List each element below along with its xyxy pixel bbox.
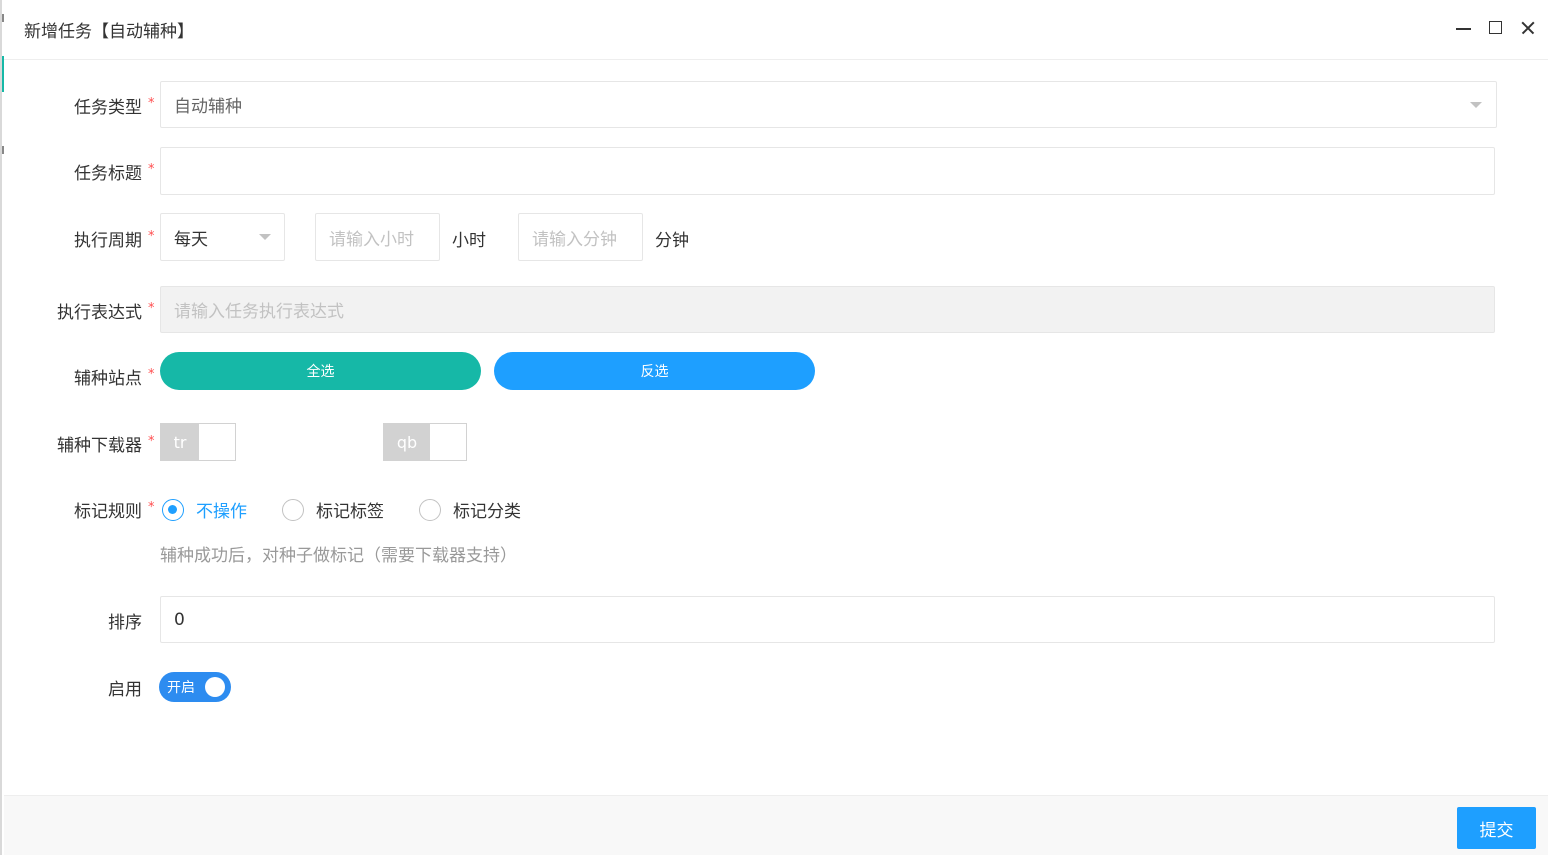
required-mark: *: [148, 162, 155, 177]
radio-unchecked-icon: [419, 498, 441, 521]
mark-rule-label: 标记规则: [74, 502, 142, 522]
required-mark: *: [148, 229, 155, 244]
invert-selection-button[interactable]: 反选: [494, 352, 815, 390]
task-title-label: 任务标题: [74, 164, 142, 184]
chevron-down-icon: [1470, 102, 1482, 108]
required-mark: *: [148, 434, 155, 449]
required-mark: *: [148, 96, 155, 111]
close-icon[interactable]: [1518, 18, 1538, 38]
expression-placeholder: 请输入任务执行表达式: [174, 302, 344, 322]
sort-label: 排序: [108, 613, 142, 633]
radio-checked-icon: [162, 498, 184, 521]
required-mark: *: [148, 500, 155, 515]
dialog-footer: 提交: [4, 795, 1548, 855]
enable-label: 启用: [108, 680, 142, 700]
task-title-input[interactable]: [160, 147, 1495, 195]
cycle-label: 执行周期: [74, 231, 142, 251]
hour-unit: 小时: [452, 231, 486, 251]
chevron-down-icon: [259, 234, 271, 240]
title-bar: 新增任务【自动辅种】: [4, 0, 1548, 60]
select-all-button[interactable]: 全选: [160, 352, 481, 390]
row-mark-rule: 标记规则 * 不操作 标记标签 标记分类: [2, 496, 1548, 524]
task-type-label: 任务类型: [74, 98, 142, 118]
hour-input[interactable]: 请输入小时: [315, 213, 440, 261]
row-task-title: 任务标题 *: [2, 147, 1548, 195]
switch-text: 开启: [167, 680, 195, 696]
sort-input[interactable]: 0: [160, 596, 1495, 643]
row-sites: 辅种站点 * 全选 反选: [2, 352, 1548, 390]
expression-input: 请输入任务执行表达式: [160, 286, 1495, 333]
radio-mark-tag[interactable]: 标记标签: [282, 497, 384, 522]
row-enable: 启用 开启: [2, 672, 1548, 702]
task-type-select[interactable]: 自动辅种: [160, 81, 1497, 128]
minimize-icon[interactable]: [1454, 18, 1474, 38]
dialog-title: 新增任务【自动辅种】: [24, 22, 194, 42]
enable-switch[interactable]: 开启: [159, 672, 231, 702]
minute-input[interactable]: 请输入分钟: [518, 213, 643, 261]
radio-no-action[interactable]: 不操作: [162, 497, 247, 522]
task-type-value: 自动辅种: [174, 97, 242, 117]
downloader-name: qb: [384, 424, 430, 460]
maximize-icon[interactable]: [1486, 18, 1506, 38]
mark-rule-hint: 辅种成功后，对种子做标记（需要下载器支持）: [160, 546, 517, 566]
row-sort: 排序 0: [2, 596, 1548, 643]
cycle-value: 每天: [174, 229, 208, 250]
submit-button[interactable]: 提交: [1457, 807, 1536, 849]
row-downloaders: 辅种下载器 * tr qb: [2, 423, 1548, 461]
downloader-checkbox-tr[interactable]: tr: [160, 423, 236, 461]
task-dialog: 新增任务【自动辅种】 任务类型 * 自动辅种 任务标题 * 执行周期 * 每天 …: [0, 0, 1548, 855]
switch-knob: [205, 677, 225, 697]
radio-label: 标记分类: [453, 502, 521, 522]
minute-placeholder: 请输入分钟: [532, 229, 617, 250]
minute-unit: 分钟: [655, 231, 689, 251]
radio-label: 不操作: [196, 502, 247, 522]
downloaders-label: 辅种下载器: [57, 436, 142, 456]
cycle-select[interactable]: 每天: [160, 213, 285, 261]
required-mark: *: [148, 301, 155, 316]
hour-placeholder: 请输入小时: [329, 229, 414, 250]
row-expression: 执行表达式 * 请输入任务执行表达式: [2, 286, 1548, 333]
downloader-checkbox-qb[interactable]: qb: [383, 423, 467, 461]
radio-unchecked-icon: [282, 498, 304, 521]
downloader-name: tr: [161, 424, 199, 460]
radio-mark-category[interactable]: 标记分类: [419, 497, 521, 522]
required-mark: *: [148, 367, 155, 382]
sites-label: 辅种站点: [74, 369, 142, 389]
row-cycle: 执行周期 * 每天 请输入小时 小时 请输入分钟 分钟: [2, 213, 1548, 261]
radio-label: 标记标签: [316, 502, 384, 522]
expression-label: 执行表达式: [57, 303, 142, 323]
row-task-type: 任务类型 * 自动辅种: [2, 81, 1548, 129]
